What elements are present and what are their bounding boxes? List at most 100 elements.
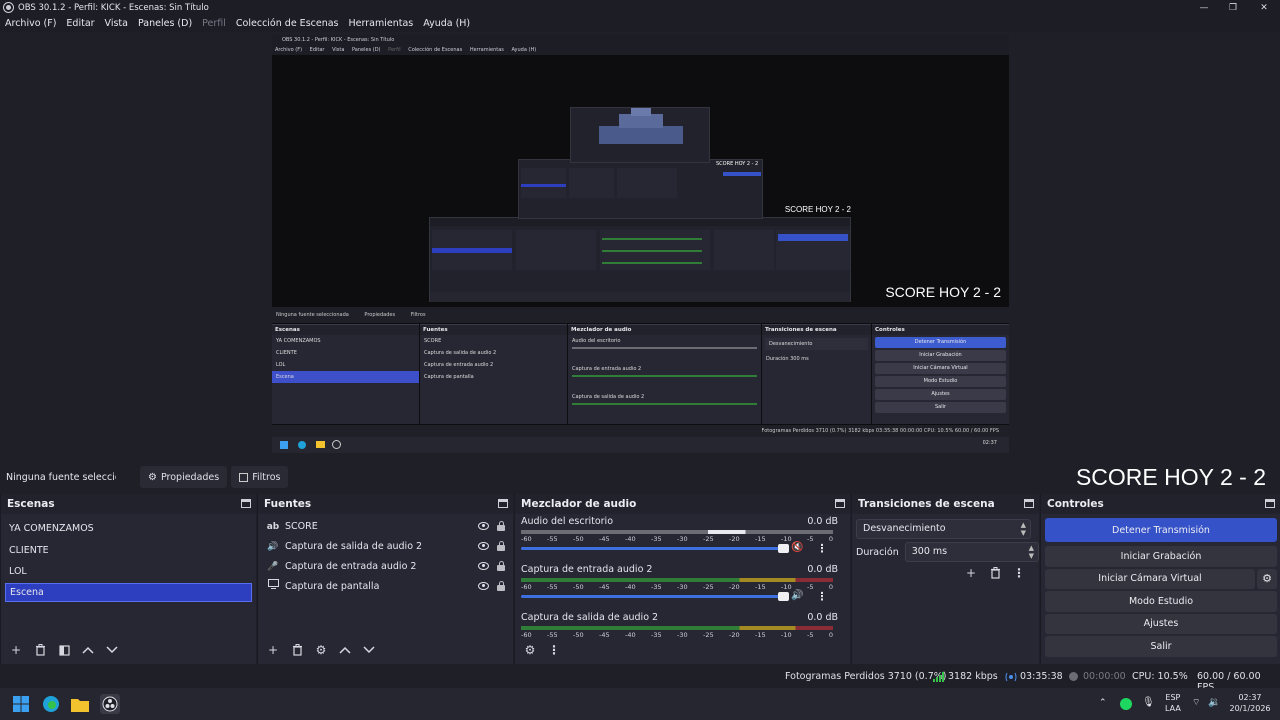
undock-icon[interactable] xyxy=(1024,499,1034,508)
transitions-dock-title: Transiciones de escena xyxy=(858,498,995,510)
lock-icon[interactable] xyxy=(497,581,505,591)
undock-icon[interactable] xyxy=(498,499,508,508)
windows-start-icon[interactable] xyxy=(11,694,31,714)
menu-coleccion-escenas[interactable]: Colección de Escenas xyxy=(236,18,339,29)
more-options-icon[interactable]: ⋮ xyxy=(1010,564,1028,582)
chevron-down-icon[interactable] xyxy=(360,641,378,659)
preview-nested-canvas: SCORE HOY 2 - 2 SCORE HOY 2 - 2 xyxy=(272,55,1009,302)
virtual-camera-settings-gear-icon[interactable]: ⚙ xyxy=(1257,568,1277,589)
minimize-button[interactable]: — xyxy=(1188,0,1220,15)
undock-icon[interactable] xyxy=(1265,499,1275,508)
start-recording-button[interactable]: Iniciar Grabación xyxy=(1045,546,1277,567)
trash-icon[interactable] xyxy=(31,641,49,659)
preview-dock-title: Controles xyxy=(872,325,1009,335)
audio-mixer-dock-title: Mezclador de audio xyxy=(521,498,637,510)
title-bar: OBS 30.1.2 - Perfil: KICK - Escenas: Sin… xyxy=(0,0,1280,15)
exit-button[interactable]: Salir xyxy=(1045,636,1277,657)
source-item-screen-capture[interactable]: Captura de pantalla xyxy=(258,577,513,597)
preview-area[interactable]: OBS 30.1.2 - Perfil: KICK - Escenas: Sin… xyxy=(0,32,1280,462)
menu-archivo[interactable]: Archivo (F) xyxy=(5,18,56,29)
spotify-icon[interactable] xyxy=(1120,698,1132,710)
speaker-icon[interactable]: 🔊 xyxy=(791,590,803,601)
obs-taskbar-icon[interactable] xyxy=(100,694,120,714)
chevron-up-icon[interactable] xyxy=(336,641,354,659)
settings-button[interactable]: Ajustes xyxy=(1045,613,1277,634)
close-button[interactable]: ✕ xyxy=(1248,0,1280,15)
volume-slider[interactable] xyxy=(521,544,789,553)
scene-item-ya-comenzamos[interactable]: YA COMENZAMOS xyxy=(1,518,256,540)
volume-slider[interactable] xyxy=(521,592,789,601)
lock-icon[interactable] xyxy=(497,521,505,531)
eye-icon[interactable] xyxy=(478,582,489,590)
eye-icon[interactable] xyxy=(478,522,489,530)
add-icon[interactable]: + xyxy=(264,641,282,659)
properties-button[interactable]: ⚙ Propiedades xyxy=(140,466,228,488)
start-virtual-camera-button[interactable]: Iniciar Cámara Virtual xyxy=(1045,568,1255,589)
stop-streaming-button[interactable]: Detener Transmisión xyxy=(1045,518,1277,542)
menu-paneles[interactable]: Paneles (D) xyxy=(138,18,192,29)
trash-icon[interactable] xyxy=(288,641,306,659)
preview-duration-value: 300 ms xyxy=(790,356,809,362)
volume-slider-handle[interactable] xyxy=(778,544,789,553)
text-icon: ab xyxy=(266,522,280,532)
preview-dock-title: Mezclador de audio xyxy=(568,325,761,335)
volume-slider-handle[interactable] xyxy=(778,592,789,601)
chevron-up-icon[interactable]: ⌃ xyxy=(1099,698,1107,709)
lock-icon[interactable] xyxy=(497,541,505,551)
menu-vista[interactable]: Vista xyxy=(105,18,128,29)
mixer-channel-db: 0.0 dB xyxy=(807,564,838,575)
program-preview[interactable]: OBS 30.1.2 - Perfil: KICK - Escenas: Sin… xyxy=(272,35,1009,453)
filter-icon xyxy=(239,472,249,482)
filter-icon[interactable] xyxy=(55,641,73,659)
preview-dock-title: Transiciones de escena xyxy=(762,325,871,335)
source-item-audio-input[interactable]: 🎤 Captura de entrada audio 2 xyxy=(258,557,513,577)
filters-button[interactable]: Filtros xyxy=(231,466,289,488)
scene-item-cliente[interactable]: CLIENTE xyxy=(1,540,256,562)
volume-icon[interactable]: 🔉 xyxy=(1208,697,1220,708)
eye-icon[interactable] xyxy=(478,542,489,550)
add-icon[interactable]: + xyxy=(7,641,25,659)
chevron-up-icon[interactable] xyxy=(79,641,97,659)
microphone-icon[interactable]: 🎙 xyxy=(1142,697,1155,708)
menu-perfil[interactable]: Perfil xyxy=(202,18,226,29)
menu-ayuda[interactable]: Ayuda (H) xyxy=(423,18,470,29)
status-bar: Fotogramas Perdidos 3710 (0.7%) 3182 kbp… xyxy=(0,667,1280,693)
maximize-button[interactable]: ❐ xyxy=(1217,0,1249,15)
transition-select[interactable]: Desvanecimiento ▲ ▼ xyxy=(856,519,1031,539)
clock[interactable]: 02:37 20/1/2026 xyxy=(1228,692,1272,714)
eye-icon[interactable] xyxy=(478,562,489,570)
more-options-icon[interactable]: ⋮ xyxy=(815,540,829,556)
undock-icon[interactable] xyxy=(241,499,251,508)
studio-mode-button[interactable]: Modo Estudio xyxy=(1045,591,1277,612)
sources-dock: Fuentes ab SCORE 🔊 Captura de salida de … xyxy=(257,494,513,664)
mixer-channel-name: Captura de entrada audio 2 xyxy=(521,564,653,575)
undock-icon[interactable] xyxy=(835,499,845,508)
scene-item-lol[interactable]: LOL xyxy=(1,561,256,583)
stream-live-icon xyxy=(1005,672,1017,685)
preview-filters-label: Filtros xyxy=(410,312,426,318)
wifi-icon[interactable]: ⌔ xyxy=(1192,698,1200,709)
scene-item-escena[interactable]: Escena xyxy=(5,582,252,602)
edge-browser-icon[interactable] xyxy=(41,694,61,714)
gear-icon[interactable]: ⚙ xyxy=(312,641,330,659)
spin-arrows-icon[interactable]: ▲ ▼ xyxy=(1029,544,1034,560)
speaker-muted-icon[interactable]: 🔇 xyxy=(791,542,803,553)
score-text: SCORE HOY 2 - 2 xyxy=(1075,464,1266,490)
source-item-score[interactable]: ab SCORE xyxy=(258,517,513,537)
menu-herramientas[interactable]: Herramientas xyxy=(349,18,414,29)
language-indicator[interactable]: ESP LAA xyxy=(1165,692,1181,714)
add-icon[interactable]: + xyxy=(962,564,980,582)
trash-icon[interactable] xyxy=(986,564,1004,582)
chevron-down-icon[interactable] xyxy=(103,641,121,659)
chevron-updown-icon: ▲ ▼ xyxy=(1020,521,1026,537)
duration-spinbox[interactable]: 300 ms ▲ ▼ xyxy=(904,542,1039,562)
preview-control-button: Detener Transmisión xyxy=(875,337,1006,348)
more-options-icon[interactable]: ⋮ xyxy=(545,641,563,659)
menu-editar[interactable]: Editar xyxy=(66,18,94,29)
lock-icon[interactable] xyxy=(497,561,505,571)
tick-label: -45 xyxy=(599,535,610,543)
advanced-audio-icon[interactable]: ⚙ xyxy=(521,641,539,659)
source-item-audio-output[interactable]: 🔊 Captura de salida de audio 2 xyxy=(258,537,513,557)
file-explorer-icon[interactable] xyxy=(70,694,90,714)
more-options-icon[interactable]: ⋮ xyxy=(815,588,829,604)
